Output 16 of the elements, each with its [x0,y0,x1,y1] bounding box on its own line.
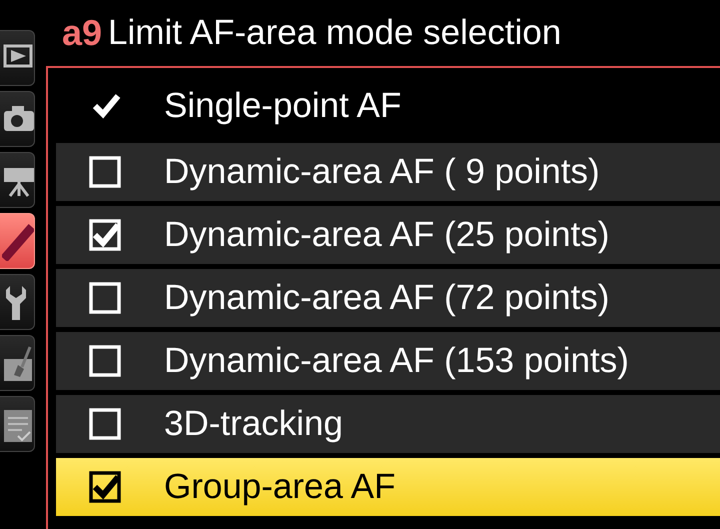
menu-tab[interactable] [0,274,35,330]
menu-tab[interactable] [0,396,35,452]
menu-item[interactable]: Group-area AF [56,458,720,516]
menu-tab[interactable] [0,30,35,86]
menu-tab[interactable] [0,152,35,208]
menu-code: a9 [62,12,102,54]
menu-item[interactable]: 3D-tracking [56,395,720,453]
menu-item[interactable]: Dynamic-area AF (153 points) [56,332,720,390]
menu-tab[interactable] [0,213,35,269]
menu-item[interactable]: Dynamic-area AF (72 points) [56,269,720,327]
menu-tab[interactable] [0,335,35,391]
menu-title: Limit AF-area mode selection [108,13,562,53]
menu-item[interactable]: Dynamic-area AF (25 points) [56,206,720,264]
pencil-icon [2,221,34,261]
menu-tab[interactable] [0,91,35,147]
menu-item[interactable]: Dynamic-area AF ( 9 points) [56,143,720,201]
